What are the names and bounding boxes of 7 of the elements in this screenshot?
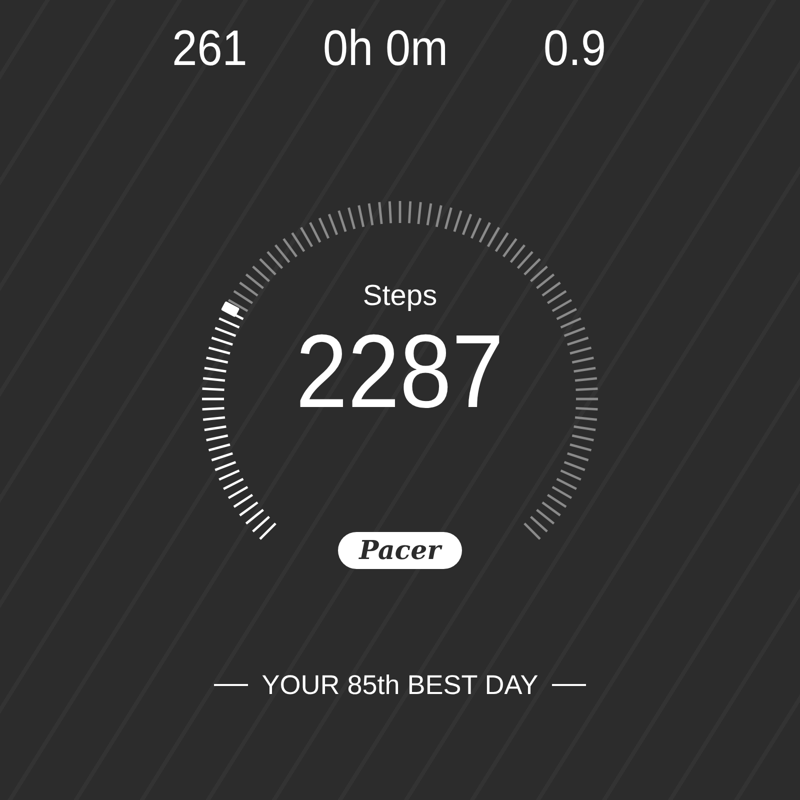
steps-count: 2287 [296, 317, 504, 427]
logo-badge: Pacer [338, 532, 462, 569]
stat-value: 0.9 [544, 20, 606, 76]
stat-value: 261 [172, 20, 248, 76]
best-day-text: YOUR 85th BEST DAY [262, 669, 538, 701]
steps-label: Steps [362, 279, 438, 313]
stat-value: 0h 0m [322, 20, 448, 76]
